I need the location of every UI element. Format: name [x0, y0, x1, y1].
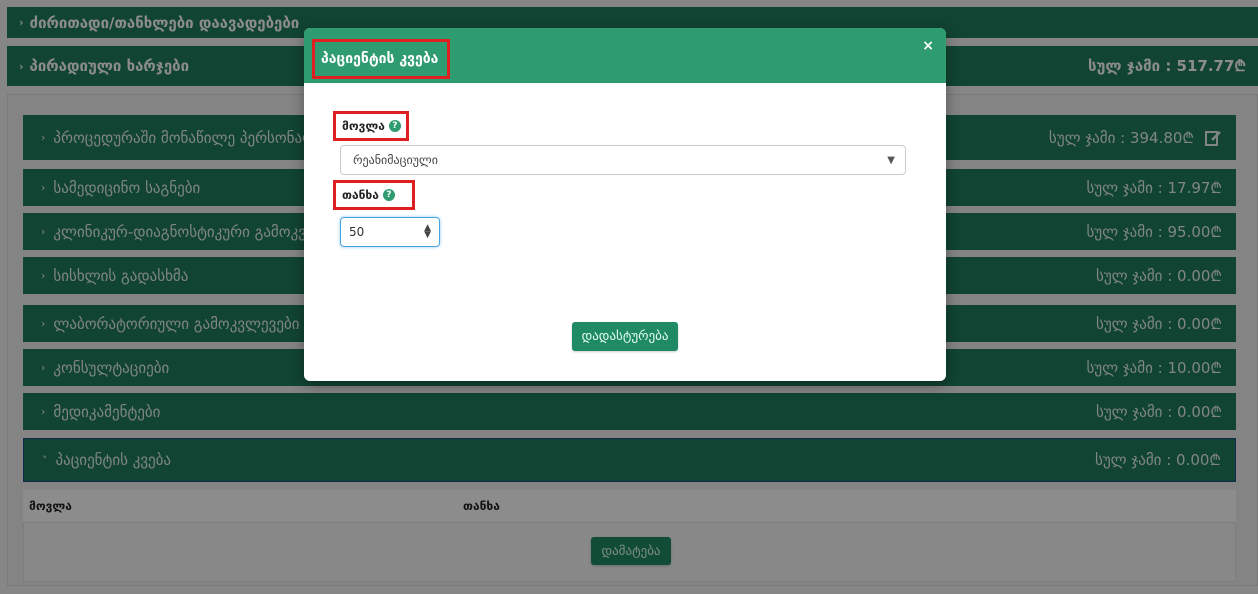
amount-input[interactable]: 50 ▲ ▼: [340, 217, 440, 247]
help-icon[interactable]: ?: [382, 189, 395, 201]
confirm-button[interactable]: დადასტურება: [572, 322, 678, 351]
spinner-icon[interactable]: ▲ ▼: [424, 224, 431, 240]
help-icon[interactable]: ?: [388, 120, 401, 132]
service-label: მოვლა ?: [333, 111, 409, 141]
amount-value: 50: [349, 225, 365, 239]
modal-header: პაციენტის კვება ×: [304, 28, 946, 83]
service-label-text: მოვლა: [342, 119, 385, 133]
service-select[interactable]: რეანიმაციული ▼: [340, 145, 906, 175]
close-icon[interactable]: ×: [922, 38, 934, 54]
service-select-value: რეანიმაციული: [353, 153, 438, 167]
chevron-down-icon: ▼: [887, 154, 895, 166]
amount-label: თანხა ?: [333, 180, 415, 210]
modal-title: პაციენტის კვება: [312, 39, 450, 79]
amount-label-text: თანხა: [342, 188, 379, 202]
nutrition-modal: პაციენტის კვება × მოვლა ? რეანიმაციული ▼…: [304, 28, 946, 381]
